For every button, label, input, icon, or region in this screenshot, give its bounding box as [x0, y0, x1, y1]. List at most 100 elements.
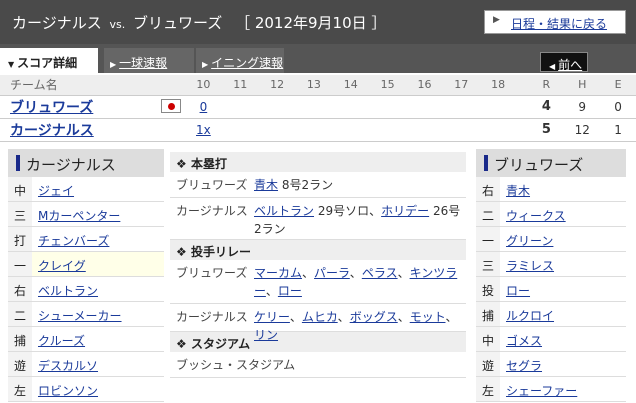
player-link[interactable]: グリーン — [506, 232, 553, 249]
play-arrow-icon: ▶ — [110, 60, 117, 69]
player-link[interactable]: ルクロイ — [506, 307, 554, 324]
scoreboard-table: チーム名 10 11 12 13 14 15 16 17 18 R H E ブリ… — [0, 75, 636, 142]
separator: 、 — [349, 266, 362, 280]
separator: 、 — [289, 310, 302, 324]
separator: 、 — [397, 310, 410, 324]
player-link[interactable]: ラミレス — [506, 257, 554, 274]
player-link[interactable]: ウィークス — [506, 207, 566, 224]
player-link[interactable]: チェンバーズ — [38, 232, 109, 249]
lineup-row: 遊デスカルソ — [8, 352, 164, 377]
inning-score — [406, 95, 443, 119]
inning-score — [369, 95, 407, 119]
pitcher-link[interactable]: ボッグス — [350, 310, 398, 324]
lineup-row: 二ウィークス — [476, 202, 626, 227]
stadium-name: ブッシュ・スタジアム — [176, 358, 296, 372]
position-cell: 三 — [8, 202, 32, 226]
pitcher-link[interactable]: ムヒカ — [302, 310, 338, 324]
pitcher-link[interactable]: ペラス — [362, 266, 398, 280]
inning-score — [479, 95, 517, 119]
homerun-away-label: ブリュワーズ — [176, 178, 248, 192]
pitcher-link[interactable]: リン — [254, 328, 278, 342]
relief-section-header: ❖ 投手リレー — [170, 240, 466, 260]
play-arrow-icon: ▶ — [202, 60, 209, 69]
tab-inning-report[interactable]: ▶ イニング速報 — [196, 48, 284, 73]
tab-pitch-by-pitch[interactable]: ▶ 一球速報 — [104, 48, 194, 73]
separator: 、 — [397, 266, 410, 280]
player-link[interactable]: 青木 — [254, 178, 278, 192]
inning-score — [221, 118, 259, 142]
player-link[interactable]: ロー — [506, 282, 530, 299]
position-cell: 二 — [8, 302, 32, 326]
inning-score: 1x — [184, 118, 222, 142]
away-team-link[interactable]: ブリュワーズ — [10, 100, 93, 116]
pitcher-link[interactable]: モット — [410, 310, 446, 324]
player-link[interactable]: セグラ — [506, 357, 542, 374]
lineup-row: 中ジェイ — [8, 177, 164, 202]
relief-home-content: ケリー、ムヒカ、ボッグス、モット、リン — [254, 308, 462, 344]
pitcher-link[interactable]: ロー — [278, 284, 302, 298]
game-date: ［ 2012年9月10日 ］ — [235, 14, 387, 32]
errors-total: 1 — [600, 118, 636, 142]
player-link[interactable]: シェーファー — [506, 382, 577, 399]
hits-total: 9 — [564, 95, 601, 119]
back-to-schedule-button[interactable]: ▶ 日程・結果に戻る — [484, 10, 626, 34]
player-link[interactable]: ベルトラン — [38, 282, 98, 299]
errors-header: E — [600, 75, 636, 96]
homerun-home-label: カージナルス — [176, 204, 248, 218]
left-lineup: カージナルス 中ジェイ 三 Mカーペンター 打チェンバーズ 一クレイグ 右ベルトラ… — [8, 149, 164, 402]
tab-bar: ▼ スコア詳細 ▶ 一球速報 ▶ イニング速報 ◀ 前へ — [0, 44, 636, 73]
separator: 、 — [302, 266, 315, 280]
relief-home-label: カージナルス — [176, 310, 248, 324]
position-cell: 捕 — [8, 327, 32, 351]
player-link[interactable]: ロビンソン — [38, 382, 98, 399]
pitcher-link[interactable]: パーラ — [314, 266, 350, 280]
position-cell: 左 — [476, 377, 500, 401]
inning-header: 16 — [406, 75, 443, 96]
scoreboard-row-home: カージナルス 1x 5 12 1 — [0, 118, 636, 142]
inning-score-link[interactable]: 1x — [196, 123, 211, 137]
player-link[interactable]: Mカーペンター — [38, 207, 120, 224]
right-lineup-header: ブリュワーズ — [476, 149, 626, 177]
tab-score-detail[interactable]: ▼ スコア詳細 — [0, 48, 98, 73]
inning-score-link[interactable]: 0 — [200, 100, 208, 114]
inning-score: 0 — [184, 95, 222, 119]
play-arrow-icon: ▶ — [493, 15, 500, 25]
player-link[interactable]: ゴメス — [506, 332, 542, 349]
pitcher-link[interactable]: マーカム — [254, 266, 302, 280]
player-link[interactable]: ベルトラン — [254, 204, 314, 218]
right-lineup-team: ブリュワーズ — [494, 156, 584, 174]
right-lineup: ブリュワーズ 右青木 二ウィークス 一グリーン 三ラミレス 投ロー 捕ルクロイ … — [476, 149, 626, 402]
position-cell: 捕 — [476, 302, 500, 326]
inning-score — [221, 95, 259, 119]
relief-away-row: ブリュワーズ マーカム、パーラ、ペラス、キンツラー、ロー — [170, 260, 466, 304]
player-link[interactable]: クルーズ — [38, 332, 85, 349]
inning-header: 11 — [221, 75, 259, 96]
lineup-row: 捕ルクロイ — [476, 302, 626, 327]
lineup-row: 三ラミレス — [476, 252, 626, 277]
team-cell: カージナルス — [0, 118, 185, 142]
inning-header: 17 — [442, 75, 480, 96]
position-cell: 右 — [8, 277, 32, 301]
player-link[interactable]: ジェイ — [38, 182, 74, 199]
runs-total: 5 — [528, 118, 565, 142]
lineup-row: 打チェンバーズ — [8, 227, 164, 252]
homerun-home-row: カージナルス ベルトラン 29号ソロ、ホリデー 26号2ラン — [170, 198, 466, 240]
player-link[interactable]: デスカルソ — [38, 357, 98, 374]
game-title: カージナルス vs. ブリュワーズ ［ 2012年9月10日 ］ — [12, 12, 386, 33]
player-link[interactable]: 青木 — [506, 182, 530, 199]
position-cell: 中 — [476, 327, 500, 351]
errors-total: 0 — [600, 95, 636, 119]
pitcher-link[interactable]: ケリー — [254, 310, 290, 324]
lineup-row: 右ベルトラン — [8, 277, 164, 302]
lineup-row: 投ロー — [476, 277, 626, 302]
inning-score — [369, 118, 407, 142]
home-team-title: カージナルス — [12, 14, 102, 32]
position-cell: 遊 — [8, 352, 32, 376]
relief-title: 投手リレー — [190, 245, 251, 259]
player-link[interactable]: シューメーカー — [38, 307, 122, 324]
player-link[interactable]: クレイグ — [38, 257, 86, 274]
home-team-link[interactable]: カージナルス — [10, 123, 94, 139]
player-link[interactable]: ホリデー — [381, 204, 429, 218]
inning-header: 10 — [184, 75, 222, 96]
prev-button[interactable]: ◀ 前へ — [540, 52, 588, 72]
